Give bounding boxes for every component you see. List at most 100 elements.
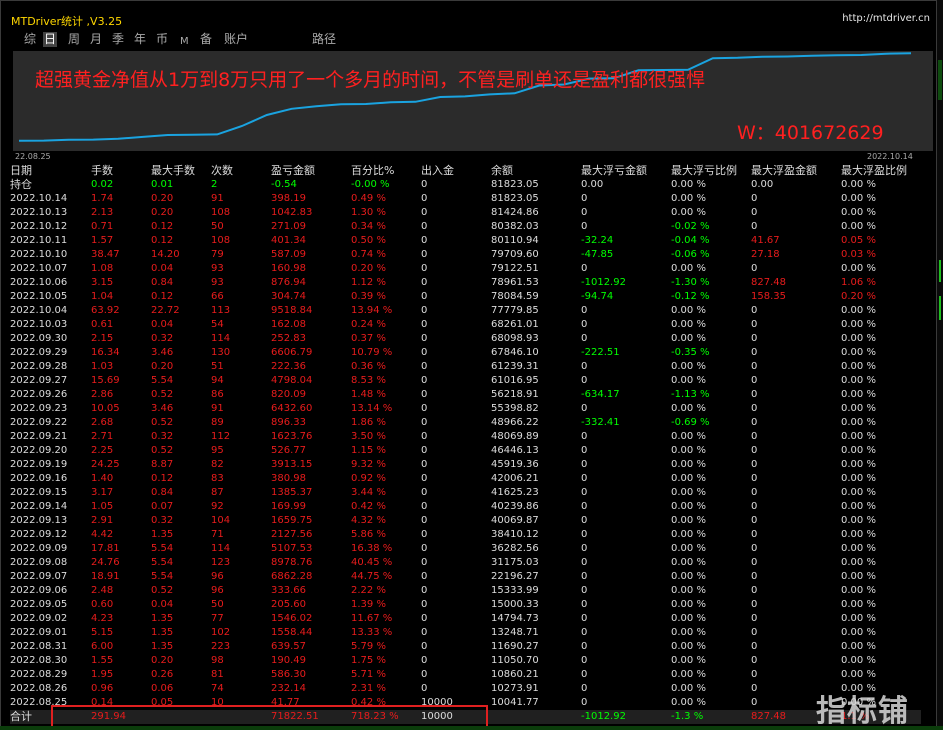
table-cell: 0	[421, 291, 428, 302]
tab-m[interactable]: M	[179, 34, 190, 49]
table-row[interactable]: 2022.10.05 1.04 0.12 66 304.74 0.39 % 0 78084.5…	[10, 290, 921, 304]
table-row[interactable]: 2022.09.09 17.81 5.54 114 5107.53 16.38 % 0 362…	[10, 542, 921, 556]
table-cell: 0	[581, 431, 588, 442]
table-cell: 0	[581, 585, 588, 596]
tab-week[interactable]: 周	[67, 32, 81, 47]
table-row[interactable]: 2022.09.23 10.05 3.46 91 6432.60 13.14 % 0 5539…	[10, 402, 921, 416]
table-cell: 0.00 %	[841, 543, 876, 554]
table-cell: 11050.70	[491, 655, 539, 666]
table-cell: 1385.37	[271, 487, 313, 498]
tab-summary[interactable]: 综	[23, 32, 37, 47]
table-cell: 16.38 %	[351, 543, 393, 554]
table-cell: 10.05	[91, 403, 120, 414]
table-cell: 10.79 %	[351, 347, 393, 358]
tab-path[interactable]: 路径	[311, 32, 337, 47]
table-cell: 74	[211, 683, 224, 694]
table-row[interactable]: 2022.09.29 16.34 3.46 130 6606.79 10.79 % 0 678…	[10, 346, 921, 360]
table-cell: 0.00 %	[671, 669, 706, 680]
table-cell: 0.00 %	[841, 193, 876, 204]
table-cell: 0.34 %	[351, 221, 386, 232]
column-header[interactable]: 百分比%	[351, 164, 421, 178]
table-cell: -0.35 %	[671, 347, 710, 358]
table-row[interactable]: 2022.09.13 2.91 0.32 104 1659.75 4.32 % 0 40069…	[10, 514, 921, 528]
table-cell: 0	[581, 501, 588, 512]
table-row[interactable]: 2022.10.07 1.08 0.04 93 160.98 0.20 % 0 79122.5…	[10, 262, 921, 276]
table-row[interactable]: 2022.09.26 2.86 0.52 86 820.09 1.48 % 0 56218.9…	[10, 388, 921, 402]
table-row[interactable]: 2022.10.14 1.74 0.20 91 398.19 0.49 % 0 81823.0…	[10, 192, 921, 206]
table-cell: 526.77	[271, 445, 306, 456]
table-cell: 0.03 %	[841, 249, 876, 260]
table-cell: 0	[421, 683, 428, 694]
column-header[interactable]: 最大浮亏比例	[671, 164, 751, 178]
tab-account[interactable]: 账户	[223, 32, 249, 47]
tab-currency[interactable]: 币	[155, 32, 169, 47]
table-row[interactable]: 2022.10.04 63.92 22.72 113 9518.84 13.94 % 0 77…	[10, 304, 921, 318]
table-row[interactable]: 2022.10.11 1.57 0.12 108 401.34 0.50 % 0 80110.…	[10, 234, 921, 248]
tab-year[interactable]: 年	[133, 32, 147, 47]
table-row[interactable]: 2022.09.15 3.17 0.84 87 1385.37 3.44 % 0 41625.…	[10, 486, 921, 500]
tab-notes[interactable]: 备	[199, 32, 213, 47]
site-link[interactable]: http://mtdriver.cn	[842, 13, 930, 24]
table-cell: 0	[421, 333, 428, 344]
table-row[interactable]: 2022.09.28 1.03 0.20 51 222.36 0.36 % 0 61239.3…	[10, 360, 921, 374]
table-row[interactable]: 2022.09.19 24.25 8.87 82 3913.15 9.32 % 0 45919…	[10, 458, 921, 472]
table-cell: 91	[211, 403, 224, 414]
table-cell: 5.54	[151, 557, 174, 568]
table-row[interactable]: 2022.09.21 2.71 0.32 112 1623.76 3.50 % 0 48069…	[10, 430, 921, 444]
table-row[interactable]: 2022.09.20 2.25 0.52 95 526.77 1.15 % 0 46446.1…	[10, 444, 921, 458]
table-row[interactable]: 2022.10.10 38.47 14.20 79 587.09 0.74 % 0 79709…	[10, 248, 921, 262]
table-cell: 0	[751, 333, 758, 344]
table-row[interactable]: 2022.08.26 0.96 0.06 74 232.14 2.31 % 0 10273.9…	[10, 682, 921, 696]
column-header[interactable]: 日期	[10, 164, 91, 178]
table-cell: 2.15	[91, 333, 114, 344]
table-cell: 24.76	[91, 557, 120, 568]
table-row[interactable]: 2022.09.22 2.68 0.52 89 896.33 1.86 % 0 48966.2…	[10, 416, 921, 430]
column-header[interactable]: 最大手数	[151, 164, 211, 178]
table-row[interactable]: 2022.09.08 24.76 5.54 123 8978.76 40.45 % 0 311…	[10, 556, 921, 570]
chart-end-date: 2022.10.14	[867, 152, 913, 161]
table-row[interactable]: 2022.09.05 0.60 0.04 50 205.60 1.39 % 0 15000.3…	[10, 598, 921, 612]
table-cell: 401.34	[271, 235, 306, 246]
column-header[interactable]: 最大浮盈比例	[841, 164, 921, 178]
column-header[interactable]: 出入金	[421, 164, 491, 178]
holding-row[interactable]: 持仓 0.02 0.01 2 -0.54 -0.00 % 0 81823.05 0.00 0.00…	[10, 178, 921, 192]
table-row[interactable]: 2022.09.02 4.23 1.35 77 1546.02 11.67 % 0 14794…	[10, 612, 921, 626]
column-header[interactable]: 最大浮盈金额	[751, 164, 841, 178]
column-header[interactable]: 余额	[491, 164, 581, 178]
tab-quarter[interactable]: 季	[111, 32, 125, 47]
table-row[interactable]: 2022.09.30 2.15 0.32 114 252.83 0.37 % 0 68098.…	[10, 332, 921, 346]
table-cell: 0.00 %	[841, 319, 876, 330]
table-cell: 0.06	[151, 683, 174, 694]
table-cell: 0.00 %	[671, 207, 706, 218]
table-cell: 827.48	[751, 277, 786, 288]
table-row[interactable]: 2022.10.06 3.15 0.84 93 876.94 1.12 % 0 78961.5…	[10, 276, 921, 290]
table-row[interactable]: 2022.09.06 2.48 0.52 96 333.66 2.22 % 0 15333.9…	[10, 584, 921, 598]
column-header[interactable]: 手数	[91, 164, 151, 178]
table-row[interactable]: 2022.09.12 4.42 1.35 71 2127.56 5.86 % 0 38410.…	[10, 528, 921, 542]
table-row[interactable]: 2022.08.31 6.00 1.35 223 639.57 5.79 % 0 11690.…	[10, 640, 921, 654]
tab-day[interactable]: 日	[43, 32, 58, 47]
table-row[interactable]: 2022.09.01 5.15 1.35 102 1558.44 13.33 % 0 1324…	[10, 626, 921, 640]
tab-month[interactable]: 月	[89, 32, 103, 47]
table-row[interactable]: 2022.10.13 2.13 0.20 108 1042.83 1.30 % 0 81424…	[10, 206, 921, 220]
table-row[interactable]: 2022.09.14 1.05 0.07 92 169.99 0.42 % 0 40239.8…	[10, 500, 921, 514]
table-cell: 93	[211, 277, 224, 288]
table-cell: 0.00 %	[671, 319, 706, 330]
table-cell: 0	[421, 459, 428, 470]
table-row[interactable]: 2022.09.16 1.40 0.12 83 380.98 0.92 % 0 42006.2…	[10, 472, 921, 486]
table-cell: 0	[421, 375, 428, 386]
column-header[interactable]: 次数	[211, 164, 271, 178]
table-cell: 232.14	[271, 683, 306, 694]
table-row[interactable]: 2022.10.03 0.61 0.04 54 162.08 0.24 % 0 68261.0…	[10, 318, 921, 332]
table-cell: 0.00 %	[671, 571, 706, 582]
table-row[interactable]: 2022.09.27 15.69 5.54 94 4798.04 8.53 % 0 61016…	[10, 374, 921, 388]
table-cell: 0	[421, 543, 428, 554]
column-header[interactable]: 盈亏金额	[271, 164, 351, 178]
table-row[interactable]: 2022.08.30 1.55 0.20 98 190.49 1.75 % 0 11050.7…	[10, 654, 921, 668]
table-cell: 0	[581, 207, 588, 218]
table-row[interactable]: 2022.10.12 0.71 0.12 50 271.09 0.34 % 0 80382.0…	[10, 220, 921, 234]
table-cell: 0.42 %	[351, 501, 386, 512]
table-row[interactable]: 2022.09.07 18.91 5.54 96 6862.28 44.75 % 0 2219…	[10, 570, 921, 584]
table-row[interactable]: 2022.08.29 1.95 0.26 81 586.30 5.71 % 0 10860.2…	[10, 668, 921, 682]
column-header[interactable]: 最大浮亏金额	[581, 164, 671, 178]
